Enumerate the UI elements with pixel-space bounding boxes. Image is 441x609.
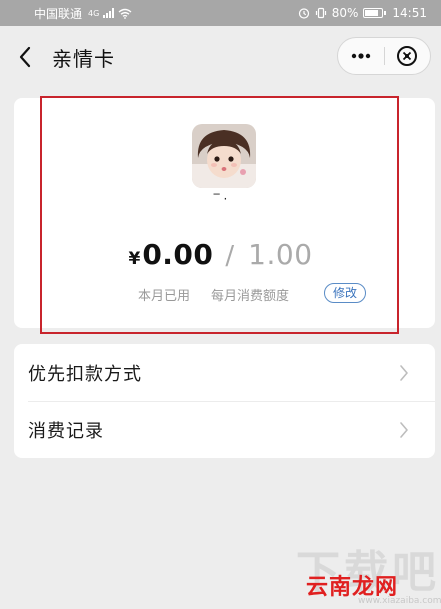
card-holder-name: ‾ · bbox=[213, 192, 228, 206]
mini-program-capsule bbox=[337, 37, 431, 75]
cell-signal-icon bbox=[103, 8, 115, 18]
close-circle-icon bbox=[397, 46, 418, 66]
modify-quota-button[interactable]: 修改 bbox=[324, 283, 367, 303]
amount-row: ¥ 0.00 / 1.00 bbox=[0, 238, 441, 278]
back-button[interactable] bbox=[0, 26, 50, 88]
avatar[interactable] bbox=[192, 124, 256, 188]
vibrate-icon bbox=[315, 7, 326, 19]
more-dots-icon bbox=[351, 53, 370, 59]
battery-icon bbox=[363, 8, 387, 18]
monthly-quota-amount: 1.00 bbox=[248, 238, 313, 271]
wifi-icon bbox=[118, 8, 132, 19]
currency-symbol: ¥ bbox=[128, 249, 141, 269]
chevron-left-icon bbox=[19, 46, 31, 68]
quota-label: 每月消费额度 bbox=[211, 288, 290, 304]
carrier-name: 中国联通 bbox=[34, 6, 83, 21]
watermark-url: www.xiazaiba.com bbox=[358, 596, 441, 606]
chevron-right-icon bbox=[400, 421, 408, 438]
page-title: 亲情卡 bbox=[52, 46, 115, 71]
menu-item-payment-priority[interactable]: 优先扣款方式 bbox=[14, 344, 435, 401]
amount-separator: / bbox=[225, 241, 235, 271]
settings-menu: 优先扣款方式 消费记录 bbox=[14, 344, 435, 458]
network-type: 4G bbox=[88, 8, 100, 18]
more-button[interactable] bbox=[338, 38, 384, 74]
used-label: 本月已用 bbox=[138, 288, 191, 304]
status-left: 中国联通 4G bbox=[34, 5, 132, 22]
alarm-icon bbox=[298, 8, 309, 19]
status-bar: 中国联通 4G 80% 14:51 bbox=[0, 0, 441, 26]
menu-item-spending-records[interactable]: 消费记录 bbox=[14, 401, 435, 458]
amount-labels: 本月已用 每月消费额度 修改 bbox=[0, 283, 441, 305]
used-amount: 0.00 bbox=[142, 238, 214, 271]
avatar-image bbox=[192, 124, 256, 188]
nav-bar: 亲情卡 bbox=[0, 26, 441, 88]
battery-percent: 80% bbox=[331, 6, 359, 20]
close-button[interactable] bbox=[384, 38, 430, 74]
chevron-right-icon bbox=[400, 364, 408, 381]
status-right: 80% 14:51 bbox=[298, 6, 427, 20]
menu-item-label: 优先扣款方式 bbox=[28, 363, 142, 385]
menu-item-label: 消费记录 bbox=[28, 420, 104, 442]
clock: 14:51 bbox=[392, 6, 427, 20]
